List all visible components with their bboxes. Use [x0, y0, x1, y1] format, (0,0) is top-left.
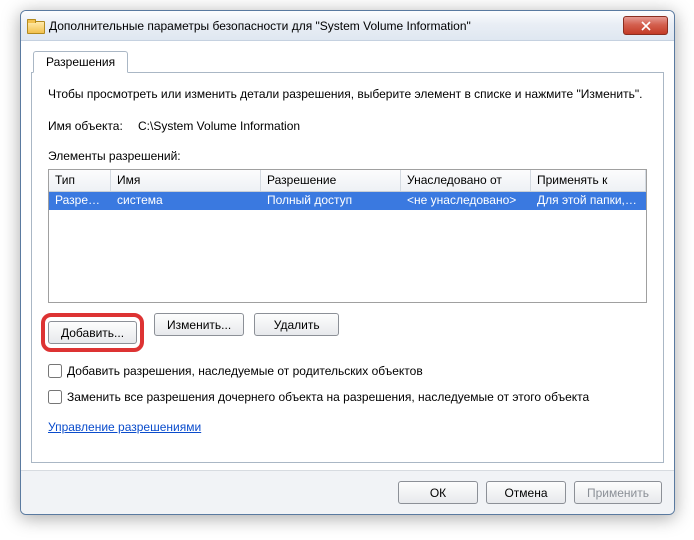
- col-name[interactable]: Имя: [111, 170, 261, 191]
- permissions-label: Элементы разрешений:: [48, 149, 647, 163]
- cancel-button[interactable]: Отмена: [486, 481, 566, 504]
- manage-permissions-link[interactable]: Управление разрешениями: [48, 420, 201, 434]
- button-row: Добавить... Изменить... Удалить: [48, 313, 647, 352]
- add-button[interactable]: Добавить...: [48, 321, 137, 344]
- window-title: Дополнительные параметры безопасности дл…: [49, 19, 623, 33]
- titlebar: Дополнительные параметры безопасности дл…: [21, 11, 674, 41]
- cell-type: Разреш...: [49, 192, 111, 210]
- object-label: Имя объекта:: [48, 119, 138, 133]
- folder-icon: [27, 18, 43, 34]
- instruction-text: Чтобы просмотреть или изменить детали ра…: [48, 87, 647, 101]
- advanced-security-window: Дополнительные параметры безопасности дл…: [20, 10, 675, 515]
- replace-checkbox-row: Заменить все разрешения дочернего объект…: [48, 390, 647, 404]
- grid-header: Тип Имя Разрешение Унаследовано от Приме…: [49, 170, 646, 192]
- table-row[interactable]: Разреш... система Полный доступ <не унас…: [49, 192, 646, 210]
- cell-apply: Для этой папки, ее под...: [531, 192, 646, 210]
- cell-name: система: [111, 192, 261, 210]
- tab-bar: Разрешения: [31, 51, 664, 73]
- col-permission[interactable]: Разрешение: [261, 170, 401, 191]
- inherit-checkbox[interactable]: [48, 364, 62, 378]
- col-type[interactable]: Тип: [49, 170, 111, 191]
- highlight-add: Добавить...: [41, 313, 144, 352]
- edit-button[interactable]: Изменить...: [154, 313, 244, 336]
- footer: ОК Отмена Применить: [21, 470, 674, 514]
- replace-checkbox-label[interactable]: Заменить все разрешения дочернего объект…: [67, 390, 589, 404]
- delete-button[interactable]: Удалить: [254, 313, 339, 336]
- col-apply[interactable]: Применять к: [531, 170, 646, 191]
- object-value: C:\System Volume Information: [138, 119, 300, 133]
- permissions-grid: Тип Имя Разрешение Унаследовано от Приме…: [48, 169, 647, 303]
- apply-button[interactable]: Применить: [574, 481, 662, 504]
- cell-perm: Полный доступ: [261, 192, 401, 210]
- ok-button[interactable]: ОК: [398, 481, 478, 504]
- col-inherited[interactable]: Унаследовано от: [401, 170, 531, 191]
- window-body: Разрешения Чтобы просмотреть или изменит…: [31, 51, 664, 468]
- close-icon: [641, 21, 651, 31]
- tab-permissions[interactable]: Разрешения: [33, 51, 128, 73]
- close-button[interactable]: [623, 16, 668, 35]
- replace-checkbox[interactable]: [48, 390, 62, 404]
- panel-permissions: Чтобы просмотреть или изменить детали ра…: [31, 73, 664, 463]
- cell-inherit: <не унаследовано>: [401, 192, 531, 210]
- inherit-checkbox-row: Добавить разрешения, наследуемые от роди…: [48, 364, 647, 378]
- inherit-checkbox-label[interactable]: Добавить разрешения, наследуемые от роди…: [67, 364, 423, 378]
- object-row: Имя объекта: C:\System Volume Informatio…: [48, 119, 647, 133]
